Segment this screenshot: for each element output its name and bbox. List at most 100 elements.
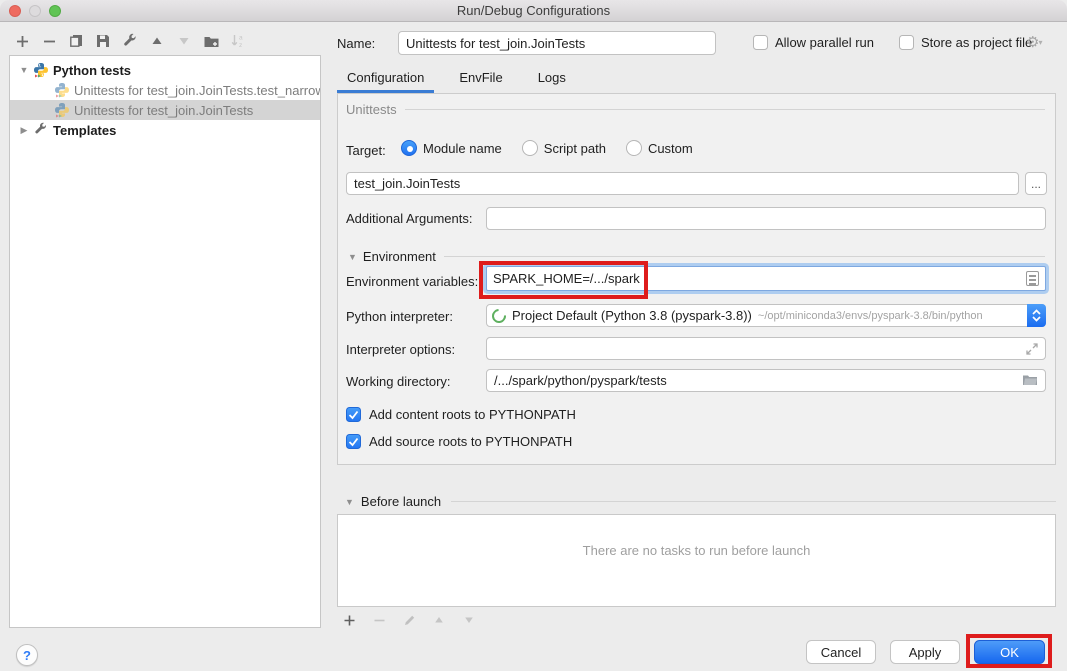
before-launch-header[interactable]: ▼ Before launch (337, 494, 1056, 509)
tree-item-label: Templates (53, 123, 116, 138)
dropdown-stepper-icon[interactable] (1027, 304, 1046, 327)
python-interpreter-select[interactable]: Project Default (Python 3.8 (pyspark-3.8… (486, 304, 1046, 327)
move-task-down-icon (461, 612, 477, 628)
add-content-roots-checkbox[interactable]: Add content roots to PYTHONPATH (346, 407, 576, 422)
group-divider (444, 256, 1045, 257)
move-task-up-icon (431, 612, 447, 628)
python-tests-icon (33, 62, 49, 78)
cancel-button-label: Cancel (821, 645, 861, 660)
tree-item-python-tests[interactable]: ▼ Python tests (10, 60, 320, 80)
before-launch-title: Before launch (361, 494, 441, 509)
target-module-input[interactable] (346, 172, 1019, 195)
tree-item-templates[interactable]: ▶ Templates (10, 120, 320, 140)
add-configuration-icon[interactable] (14, 33, 30, 49)
environment-section-header[interactable]: ▼ Environment (348, 249, 1045, 264)
radio-unselected-icon[interactable] (522, 140, 538, 156)
checkbox-unchecked-icon[interactable] (899, 35, 914, 50)
target-radio-group: Module name Script path Custom (401, 140, 707, 156)
edit-variables-icon[interactable] (1026, 271, 1039, 286)
tree-item-unittest-jointests[interactable]: Unittests for test_join.JoinTests (10, 100, 320, 120)
radio-unselected-icon[interactable] (626, 140, 642, 156)
tree-item-unittest-narrow[interactable]: Unittests for test_join.JoinTests.test_n… (10, 80, 320, 100)
radio-script-path-label[interactable]: Script path (544, 141, 606, 156)
chevron-right-icon[interactable]: ▶ (19, 125, 29, 136)
add-source-roots-label: Add source roots to PYTHONPATH (369, 434, 572, 449)
allow-parallel-run-label: Allow parallel run (775, 35, 874, 50)
tab-logs[interactable]: Logs (538, 70, 566, 91)
tree-item-label: Python tests (53, 63, 131, 78)
group-divider (451, 501, 1056, 502)
window-title: Run/Debug Configurations (0, 3, 1067, 18)
move-up-icon[interactable] (149, 33, 165, 49)
copy-configuration-icon[interactable] (68, 33, 84, 49)
before-launch-empty-message: There are no tasks to run before launch (338, 543, 1055, 558)
save-configuration-icon[interactable] (95, 33, 111, 49)
radio-module-name-label[interactable]: Module name (423, 141, 502, 156)
apply-button-label: Apply (909, 645, 942, 660)
remove-configuration-icon[interactable] (41, 33, 57, 49)
configurations-tree: ▼ Python tests Unittests for test_joi (9, 55, 321, 628)
chevron-down-icon[interactable]: ▼ (19, 65, 29, 75)
tab-bar: Configuration EnvFile Logs (347, 70, 566, 91)
svg-text:z: z (239, 42, 242, 49)
allow-parallel-run-checkbox[interactable]: Allow parallel run (753, 35, 874, 50)
environment-variables-input[interactable]: SPARK_HOME=/.../spark (486, 266, 1046, 291)
checkbox-checked-icon[interactable] (346, 407, 361, 422)
working-directory-label: Working directory: (346, 374, 451, 389)
python-test-icon (54, 102, 70, 118)
add-content-roots-label: Add content roots to PYTHONPATH (369, 407, 576, 422)
tab-configuration[interactable]: Configuration (347, 70, 424, 91)
unittests-group-header: Unittests (346, 102, 1045, 117)
python-test-icon (54, 82, 70, 98)
add-source-roots-checkbox[interactable]: Add source roots to PYTHONPATH (346, 434, 572, 449)
tree-item-label: Unittests for test_join.JoinTests (74, 103, 253, 118)
target-label: Target: (346, 143, 386, 158)
environment-variables-label: Environment variables: (346, 274, 478, 289)
chevron-down-icon[interactable]: ▼ (345, 497, 354, 507)
checkbox-unchecked-icon[interactable] (753, 35, 768, 50)
before-launch-task-list: There are no tasks to run before launch (337, 514, 1056, 607)
radio-selected-icon[interactable] (401, 140, 417, 156)
folder-icon[interactable] (1022, 373, 1038, 389)
gear-icon[interactable]: ⚙▾ (1026, 33, 1042, 51)
tab-envfile[interactable]: EnvFile (459, 70, 502, 91)
checkbox-checked-icon[interactable] (346, 434, 361, 449)
name-input[interactable] (398, 31, 716, 55)
help-button[interactable]: ? (16, 644, 38, 666)
interpreter-options-input[interactable] (486, 337, 1046, 360)
environment-section-title: Environment (363, 249, 436, 264)
cancel-button[interactable]: Cancel (806, 640, 876, 664)
additional-arguments-label: Additional Arguments: (346, 211, 472, 226)
title-bar: Run/Debug Configurations (0, 0, 1067, 22)
edit-templates-wrench-icon[interactable] (122, 33, 138, 49)
environment-variables-value: SPARK_HOME=/.../spark (493, 271, 1026, 286)
browse-target-button[interactable]: ... (1025, 172, 1047, 195)
radio-custom-label[interactable]: Custom (648, 141, 693, 156)
conda-environment-icon (489, 306, 509, 326)
name-label: Name: (337, 36, 375, 51)
svg-text:a: a (239, 35, 243, 42)
move-down-icon (176, 33, 192, 49)
templates-wrench-icon (33, 122, 49, 138)
ok-button[interactable]: OK (974, 640, 1045, 664)
sort-alphabetically-icon: az (230, 33, 246, 49)
configurations-toolbar: az (14, 33, 246, 49)
edit-task-pencil-icon (401, 612, 417, 628)
additional-arguments-input[interactable] (486, 207, 1046, 230)
unittests-group-title: Unittests (346, 102, 397, 117)
new-folder-icon[interactable] (203, 33, 219, 49)
add-task-icon[interactable] (341, 612, 357, 628)
expand-field-icon[interactable] (1025, 342, 1039, 359)
apply-button[interactable]: Apply (890, 640, 960, 664)
group-divider (405, 109, 1045, 110)
interpreter-options-label: Interpreter options: (346, 342, 455, 357)
chevron-down-icon[interactable]: ▼ (348, 252, 357, 262)
run-debug-configurations-dialog: Run/Debug Configurations az (0, 0, 1067, 671)
question-mark-icon: ? (23, 648, 31, 663)
tree-item-label: Unittests for test_join.JoinTests.test_n… (74, 83, 320, 98)
store-as-project-file-checkbox[interactable]: Store as project file (899, 35, 1032, 50)
before-launch-toolbar (341, 612, 477, 628)
configuration-panel: Unittests Target: Module name Script pat… (337, 93, 1056, 465)
working-directory-value: /.../spark/python/pyspark/tests (494, 373, 1022, 388)
working-directory-input[interactable]: /.../spark/python/pyspark/tests (486, 369, 1046, 392)
